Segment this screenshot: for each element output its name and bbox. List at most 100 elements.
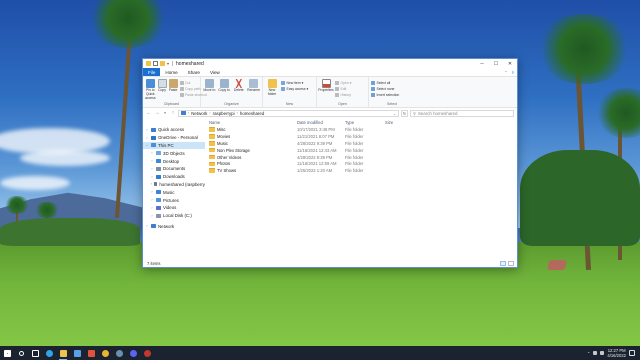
help-icon[interactable]: ?: [512, 70, 514, 75]
history-button[interactable]: History: [335, 92, 351, 97]
volume-icon[interactable]: [600, 351, 605, 355]
maximize-button[interactable]: ☐: [489, 59, 503, 68]
up-button[interactable]: ↑: [170, 110, 176, 116]
edge-icon[interactable]: [42, 346, 56, 360]
file-type: File folder: [345, 161, 364, 167]
expand-caret-icon[interactable]: ›: [145, 128, 149, 132]
chevron-down-icon[interactable]: ▾: [167, 61, 169, 66]
select-none-button[interactable]: Select none: [371, 86, 399, 91]
edit-button[interactable]: Edit: [335, 86, 351, 91]
forward-button[interactable]: →: [154, 110, 160, 116]
new-folder-icon[interactable]: [160, 61, 165, 66]
expand-caret-icon[interactable]: ›: [150, 182, 152, 186]
expand-caret-icon[interactable]: ›: [145, 224, 149, 228]
invert-selection-icon: [371, 92, 375, 97]
tab-share[interactable]: Share: [183, 68, 205, 76]
file-row[interactable]: Misc 10/17/2021 3:48 PM File folder: [209, 126, 517, 133]
recent-locations-button[interactable]: ▾: [162, 111, 168, 115]
properties-icon[interactable]: [153, 61, 158, 66]
column-type[interactable]: Type: [345, 120, 385, 125]
expand-caret-icon[interactable]: ›: [145, 136, 149, 140]
file-name: Other Videos: [217, 154, 242, 160]
nav-item[interactable]: › Downloads: [143, 173, 205, 181]
file-row[interactable]: Music 4/28/2022 9:39 PM File folder: [209, 140, 517, 147]
file-explorer-window[interactable]: ▾ homeshared ─ ☐ ✕ File Home Share View …: [142, 58, 518, 268]
nav-item[interactable]: › Videos: [143, 204, 205, 212]
search-box[interactable]: ⚲ Search homeshared: [410, 109, 514, 117]
network-icon[interactable]: [593, 351, 598, 355]
nav-item[interactable]: › Network: [143, 223, 205, 231]
nav-item[interactable]: › homeshared (raspberry: [143, 181, 205, 189]
clock[interactable]: 12:27 PM 4/16/2022: [607, 348, 626, 358]
nav-item[interactable]: › Desktop: [143, 157, 205, 165]
start-icon[interactable]: [0, 346, 14, 360]
nav-item[interactable]: › Local Disk (C:): [143, 212, 205, 220]
nav-item[interactable]: › Documents: [143, 165, 205, 173]
expand-caret-icon[interactable]: ›: [150, 206, 154, 210]
nav-item-icon: [151, 224, 156, 229]
app-icon[interactable]: [140, 346, 154, 360]
expand-caret-icon[interactable]: ›: [150, 167, 154, 171]
close-button[interactable]: ✕: [503, 59, 517, 68]
scissors-icon: [179, 80, 184, 85]
chevron-up-icon[interactable]: ⌃: [587, 351, 590, 356]
column-name[interactable]: Name: [209, 120, 297, 125]
refresh-button[interactable]: ↻: [401, 109, 408, 117]
file-explorer-icon[interactable]: [56, 346, 70, 360]
file-list[interactable]: Name Date modified Type Size Misc 10/17/2…: [205, 118, 517, 259]
nav-item[interactable]: › Quick access: [143, 126, 205, 134]
expand-caret-icon[interactable]: ›: [150, 175, 154, 179]
easy-access-button[interactable]: Easy access ▾: [281, 86, 308, 91]
expand-caret-icon[interactable]: ›: [150, 151, 154, 155]
breadcrumb-homeshared[interactable]: homeshared: [240, 111, 264, 116]
nav-item-label: Documents: [163, 166, 186, 172]
search-input[interactable]: Search homeshared: [418, 111, 458, 116]
breadcrumb-network[interactable]: Network: [191, 111, 207, 116]
column-date-modified[interactable]: Date modified: [297, 120, 345, 125]
nav-item-icon: [156, 174, 161, 179]
discord-icon[interactable]: [126, 346, 140, 360]
chrome-icon[interactable]: [98, 346, 112, 360]
select-all-button[interactable]: Select all: [371, 80, 399, 85]
file-row[interactable]: Photos 11/16/2021 12:59 AM File folder: [209, 160, 517, 167]
open-button[interactable]: Open ▾: [335, 80, 351, 85]
mail-icon[interactable]: [70, 346, 84, 360]
details-view-button[interactable]: [500, 260, 506, 266]
tab-view[interactable]: View: [205, 68, 225, 76]
expand-caret-icon[interactable]: ›: [150, 159, 154, 163]
new-item-button[interactable]: New item ▾: [281, 80, 308, 85]
expand-caret-icon[interactable]: ⌄: [145, 143, 149, 147]
taskbar: ⌃ 12:27 PM 4/16/2022: [0, 346, 640, 360]
title-bar[interactable]: ▾ homeshared ─ ☐ ✕: [143, 59, 517, 68]
notification-icon[interactable]: [629, 350, 635, 356]
tab-home[interactable]: Home: [160, 68, 182, 76]
nav-item[interactable]: ⌄ This PC: [143, 141, 205, 150]
nav-item[interactable]: › Pictures: [143, 196, 205, 204]
search-icon[interactable]: [14, 346, 28, 360]
chevron-down-icon[interactable]: ⌄: [393, 111, 396, 116]
file-row[interactable]: Other Videos 4/28/2022 9:39 PM File folder: [209, 154, 517, 161]
back-button[interactable]: ←: [146, 110, 152, 116]
minimize-button[interactable]: ─: [475, 59, 489, 68]
invert-selection-button[interactable]: Invert selection: [371, 92, 399, 97]
column-size[interactable]: Size: [385, 120, 415, 125]
steam-icon[interactable]: [112, 346, 126, 360]
task-view-icon[interactable]: [28, 346, 42, 360]
breadcrumb-raspberrypi[interactable]: raspberrypi: [213, 111, 235, 116]
tab-file[interactable]: File: [143, 68, 161, 76]
expand-caret-icon[interactable]: ›: [150, 190, 154, 194]
file-row[interactable]: TV Shows 1/25/2022 1:20 AM File folder: [209, 167, 517, 174]
large-icons-view-button[interactable]: [508, 260, 514, 266]
nav-item-icon: [151, 135, 156, 140]
navigation-pane[interactable]: › Quick access › OneDrive - Personal ⌄ This P…: [143, 118, 205, 259]
expand-caret-icon[interactable]: ›: [150, 214, 154, 218]
file-row[interactable]: Movies 11/21/2021 6:07 PM File folder: [209, 133, 517, 140]
file-row[interactable]: Non Plex Storage 11/16/2021 12:43 AM File …: [209, 147, 517, 154]
address-bar[interactable]: › Network › raspberrypi › homeshared ⌄: [178, 109, 399, 117]
office-icon[interactable]: [84, 346, 98, 360]
chevron-up-icon[interactable]: ⌃: [504, 70, 507, 75]
nav-item[interactable]: › 3D Objects: [143, 149, 205, 157]
nav-item[interactable]: › OneDrive - Personal: [143, 134, 205, 142]
nav-item[interactable]: › Music: [143, 188, 205, 196]
expand-caret-icon[interactable]: ›: [150, 198, 154, 202]
